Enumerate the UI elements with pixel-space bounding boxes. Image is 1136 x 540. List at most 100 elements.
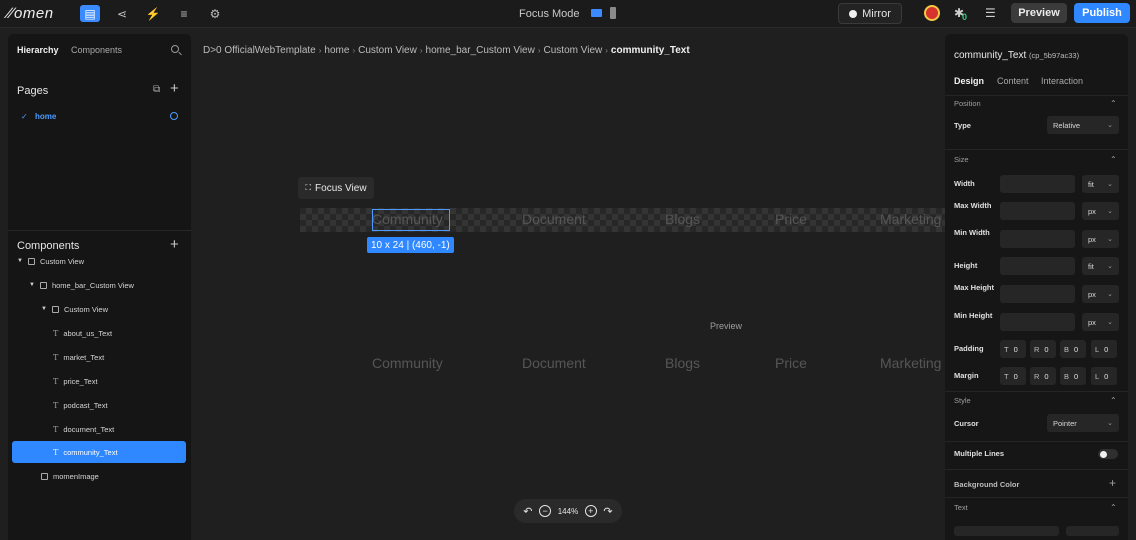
max-width-unit-select[interactable]: px ⌄	[1082, 202, 1119, 220]
focus-frame-icon: ⛶	[305, 183, 312, 192]
redo-icon[interactable]: ↷	[603, 505, 612, 518]
tree-item[interactable]: ▼ Custom View	[17, 250, 187, 272]
panel-divider	[945, 441, 1128, 442]
share-graph-icon[interactable]: ⋖	[112, 5, 132, 22]
canvas-nav-price[interactable]: Price	[775, 211, 807, 227]
breadcrumb-item[interactable]: home	[324, 45, 349, 56]
canvas-nav-marketing[interactable]: Marketing	[880, 211, 945, 227]
chevron-right-icon: ›	[537, 46, 541, 55]
preview-nav-marketing: Marketing	[880, 355, 942, 371]
tab-design[interactable]: Design	[954, 76, 984, 86]
tab-components[interactable]: Components	[71, 45, 122, 55]
magic-wand-icon[interactable]: ⚡	[143, 5, 163, 22]
width-input[interactable]	[1000, 175, 1075, 193]
caret-down-icon[interactable]: ▼	[41, 306, 47, 312]
type-label: Type	[954, 121, 971, 130]
padding-left-input[interactable]: L0	[1091, 340, 1117, 358]
canvas-nav-document[interactable]: Document	[522, 211, 586, 227]
font-family-select[interactable]	[954, 526, 1059, 536]
mirror-button[interactable]: Mirror	[838, 3, 902, 24]
min-height-input[interactable]	[1000, 313, 1075, 331]
width-unit-select[interactable]: fit ⌄	[1082, 175, 1119, 193]
side-letter: R	[1034, 344, 1040, 354]
breadcrumb-item[interactable]: Custom View	[544, 45, 603, 56]
padding-bottom-input[interactable]: B0	[1060, 340, 1086, 358]
tab-content[interactable]: Content	[997, 76, 1029, 86]
search-icon[interactable]	[171, 45, 179, 53]
cursor-value: Pointer	[1053, 418, 1077, 428]
margin-bottom-input[interactable]: B0	[1060, 367, 1086, 385]
style-section-label: Style	[954, 396, 971, 405]
mobile-device-icon[interactable]	[610, 7, 616, 19]
chevron-right-icon: ›	[318, 46, 322, 55]
caret-down-icon[interactable]: ▼	[29, 282, 35, 288]
container-icon	[27, 257, 35, 265]
undo-icon[interactable]: ↶	[523, 505, 532, 518]
margin-right-input[interactable]: R0	[1030, 367, 1056, 385]
settings-gear-icon[interactable]: ⚙	[205, 5, 225, 22]
desktop-device-icon[interactable]	[591, 9, 602, 17]
tree-item[interactable]: T podcast_Text	[53, 394, 187, 416]
max-width-input[interactable]	[1000, 202, 1075, 220]
copy-page-icon[interactable]: ⧉	[153, 84, 160, 95]
height-unit-select[interactable]: fit ⌄	[1082, 257, 1119, 275]
add-page-icon[interactable]: +	[170, 80, 179, 97]
max-height-input[interactable]	[1000, 285, 1075, 303]
tree-item[interactable]: T document_Text	[53, 418, 187, 440]
margin-left-input[interactable]: L0	[1091, 367, 1117, 385]
font-size-select[interactable]	[1066, 526, 1119, 536]
multiple-lines-toggle[interactable]	[1098, 449, 1118, 459]
tree-item-label: Custom View	[63, 304, 108, 314]
selected-component-title: community_Text (cp_5b97ac33)	[954, 50, 1079, 61]
min-width-unit-select[interactable]: px ⌄	[1082, 230, 1119, 248]
min-height-label: Min Height	[954, 311, 993, 320]
tree-item[interactable]: ▼ home_bar_Custom View	[29, 274, 187, 296]
side-value: 0	[1074, 371, 1079, 381]
min-width-input[interactable]	[1000, 230, 1075, 248]
caret-down-icon[interactable]: ▼	[17, 258, 23, 264]
text-type-icon: T	[53, 376, 59, 386]
tree-item[interactable]: T price_Text	[53, 370, 187, 392]
preview-button[interactable]: Preview	[1011, 3, 1067, 23]
zoom-out-icon[interactable]: −	[539, 505, 552, 517]
tree-item[interactable]: T market_Text	[53, 346, 187, 368]
check-icon: ✓	[21, 112, 28, 121]
add-background-icon[interactable]: +	[1109, 476, 1116, 490]
properties-panel: community_Text (cp_5b97ac33) Design Cont…	[945, 34, 1128, 540]
cursor-select[interactable]: Pointer ⌄	[1047, 414, 1119, 432]
tree-item[interactable]: ▼ Custom View	[41, 298, 187, 320]
breadcrumb-item[interactable]: OfficialWebTemplate	[224, 45, 315, 56]
max-height-unit-select[interactable]: px ⌄	[1082, 285, 1119, 303]
user-avatar[interactable]	[924, 5, 940, 21]
tree-item-selected[interactable]: T community_Text	[12, 441, 186, 463]
canvas-nav-blogs[interactable]: Blogs	[665, 211, 700, 227]
selection-outline[interactable]	[372, 209, 450, 231]
collapse-icon[interactable]: ⌃	[1110, 396, 1117, 405]
layout-view-icon[interactable]: ▤	[80, 5, 100, 22]
zoom-in-icon[interactable]: +	[584, 505, 597, 517]
page-item-home[interactable]: ✓ home	[21, 112, 56, 121]
margin-top-input[interactable]: T0	[1000, 367, 1026, 385]
collapse-icon[interactable]: ⌃	[1110, 503, 1117, 512]
focus-view-button[interactable]: ⛶ Focus View	[298, 177, 374, 199]
padding-top-input[interactable]: T0	[1000, 340, 1026, 358]
breadcrumb-item[interactable]: home_bar_Custom View	[426, 45, 535, 56]
side-letter: T	[1004, 344, 1009, 354]
tree-item[interactable]: T about_us_Text	[53, 322, 187, 344]
height-input[interactable]	[1000, 257, 1075, 275]
sync-check-icon[interactable]: ☰	[985, 6, 996, 20]
panel-divider	[945, 497, 1128, 498]
unit-value: px	[1088, 234, 1096, 244]
publish-button[interactable]: Publish	[1074, 3, 1130, 23]
align-icon[interactable]: ≡	[174, 5, 194, 22]
type-select[interactable]: Relative ⌄	[1047, 116, 1119, 134]
tree-item[interactable]: momenImage	[41, 465, 187, 487]
collapse-icon[interactable]: ⌃	[1110, 155, 1117, 164]
tab-hierarchy[interactable]: Hierarchy	[17, 45, 59, 55]
tab-interaction[interactable]: Interaction	[1041, 76, 1083, 86]
breadcrumb-item[interactable]: Custom View	[358, 45, 417, 56]
padding-right-input[interactable]: R0	[1030, 340, 1056, 358]
width-label: Width	[954, 179, 975, 188]
min-height-unit-select[interactable]: px ⌄	[1082, 313, 1119, 331]
collapse-icon[interactable]: ⌃	[1110, 99, 1117, 108]
